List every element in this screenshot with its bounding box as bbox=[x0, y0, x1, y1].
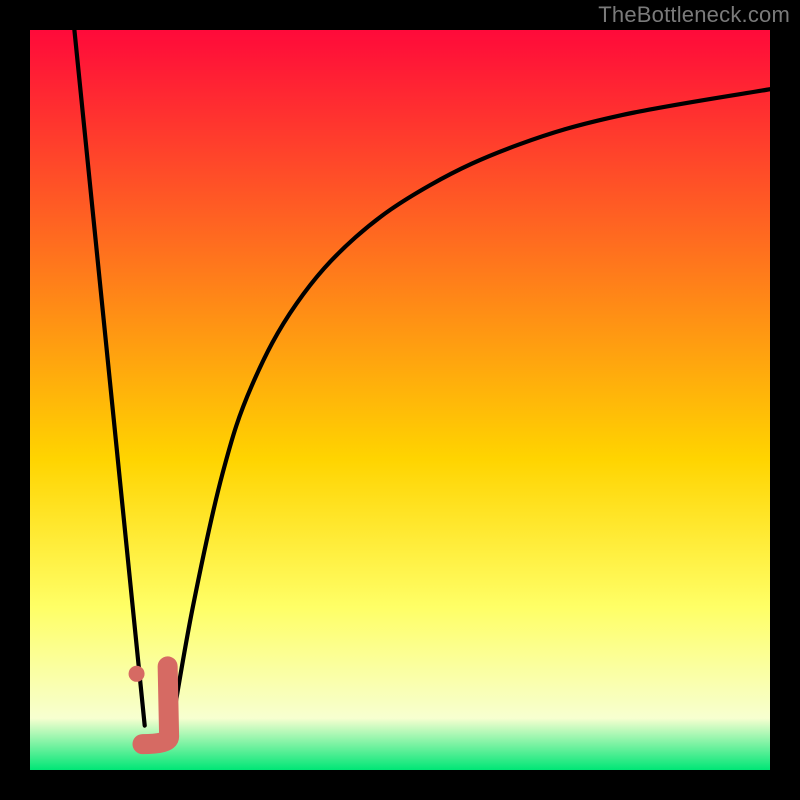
watermark-label: TheBottleneck.com bbox=[598, 2, 790, 28]
chart-frame: TheBottleneck.com bbox=[0, 0, 800, 800]
marker-dot bbox=[129, 666, 145, 682]
plot-svg bbox=[30, 30, 770, 770]
gradient-background bbox=[30, 30, 770, 770]
plot-area bbox=[30, 30, 770, 770]
